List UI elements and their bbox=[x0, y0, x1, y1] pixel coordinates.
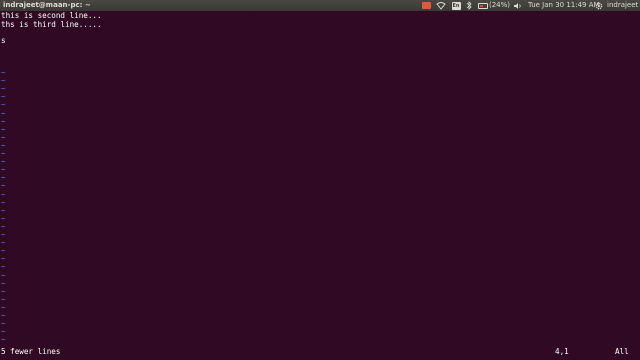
keyboard-layout-label: En bbox=[451, 1, 461, 10]
wifi-icon[interactable] bbox=[435, 0, 447, 11]
buffer-line: this is second line... bbox=[1, 11, 102, 20]
desktop-screen: indrajeet@maan-pc: ~ En (24%) Tue Jan 30… bbox=[0, 0, 640, 360]
top-panel: indrajeet@maan-pc: ~ En (24%) Tue Jan 30… bbox=[0, 0, 640, 11]
battery-icon[interactable] bbox=[476, 0, 490, 11]
keyboard-icon[interactable]: En bbox=[450, 0, 462, 11]
scroll-position: All bbox=[615, 347, 629, 356]
window-title: indrajeet@maan-pc: ~ bbox=[3, 1, 91, 9]
mail-icon[interactable] bbox=[420, 0, 432, 11]
empty-line-marker: ~ bbox=[1, 335, 6, 345]
user-name[interactable]: indrajeet bbox=[607, 0, 638, 11]
buffer-line: ths is third line..... bbox=[1, 20, 102, 29]
cursor-position: 4,1 bbox=[555, 347, 569, 356]
volume-icon[interactable] bbox=[512, 0, 524, 11]
gear-icon[interactable] bbox=[594, 0, 604, 11]
buffer-line: s bbox=[1, 36, 6, 45]
battery-percentage: (24%) bbox=[489, 1, 511, 9]
terminal-vim-buffer[interactable]: this is second line... ths is third line… bbox=[0, 11, 640, 360]
clock[interactable]: Tue Jan 30 11:49 AM bbox=[528, 0, 600, 11]
status-message: 5 fewer lines bbox=[1, 347, 61, 356]
bluetooth-icon[interactable] bbox=[464, 0, 474, 11]
